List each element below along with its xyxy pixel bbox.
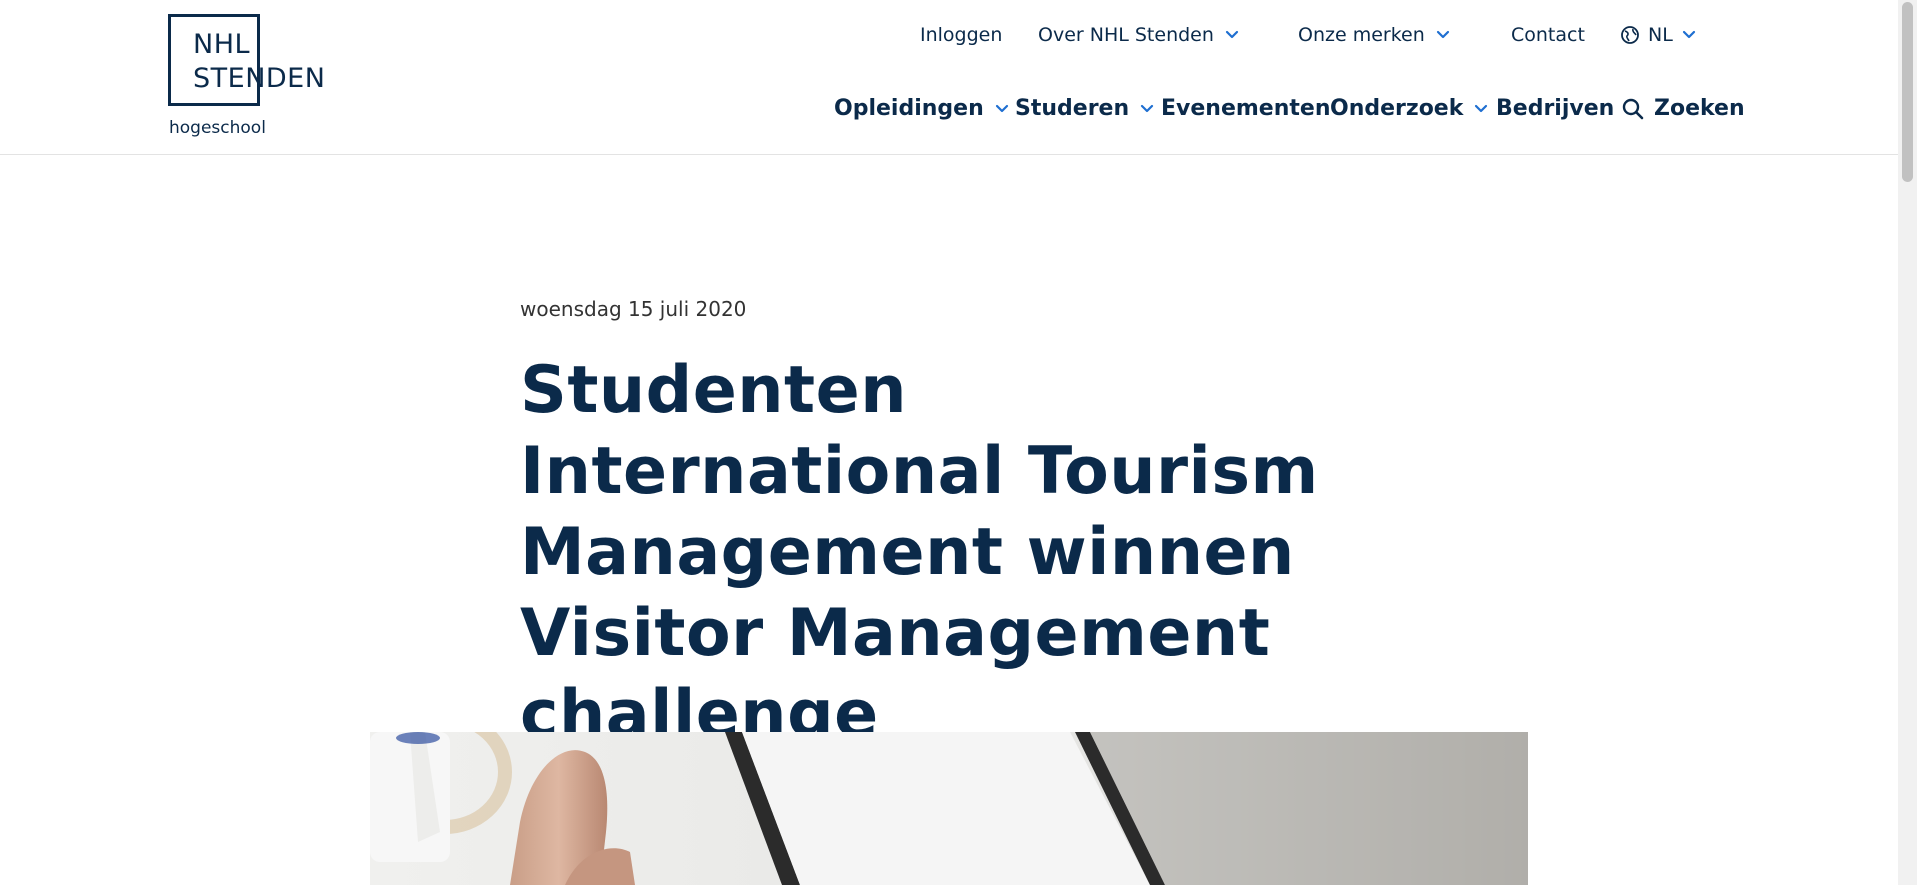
nav-companies-label: Bedrijven [1496, 96, 1615, 121]
search-button[interactable]: Zoeken [1622, 96, 1745, 121]
login-link[interactable]: Inloggen [920, 24, 1002, 46]
language-selector[interactable]: NL [1620, 24, 1697, 46]
article-hero-image [370, 732, 1528, 885]
search-icon [1622, 98, 1644, 119]
chevron-down-icon [1682, 30, 1695, 39]
hero-photo [370, 732, 1528, 885]
article-date: woensdag 15 juli 2020 [520, 297, 747, 321]
contact-label: Contact [1511, 24, 1585, 46]
nav-studying[interactable]: Studeren [1015, 96, 1155, 121]
login-label: Inloggen [920, 24, 1003, 46]
about-menu[interactable]: Over NHL Stenden [1038, 24, 1240, 46]
search-label: Zoeken [1654, 96, 1745, 121]
chevron-down-icon [1475, 104, 1488, 112]
about-label: Over NHL Stenden [1038, 24, 1214, 46]
logo-subtitle: hogeschool [169, 118, 266, 138]
language-label: NL [1648, 24, 1673, 46]
globe-icon [1621, 26, 1639, 44]
brands-menu[interactable]: Onze merken [1298, 24, 1451, 46]
logo-line-2: STENDEN [193, 63, 326, 94]
contact-link[interactable]: Contact [1511, 24, 1585, 46]
nav-events[interactable]: Evenementen [1161, 96, 1330, 121]
chevron-down-icon [1141, 104, 1154, 112]
chevron-down-icon [1225, 30, 1239, 39]
nhl-stenden-logo[interactable]: NHL STENDEN hogeschool [168, 14, 338, 144]
chevron-down-icon [995, 104, 1008, 112]
chevron-down-icon [1436, 30, 1449, 39]
nav-research-label: Onderzoek [1330, 96, 1464, 121]
brands-label: Onze merken [1298, 24, 1425, 46]
nav-programs-label: Opleidingen [834, 96, 984, 121]
site-header: NHL STENDEN hogeschool Inloggen Over NHL… [0, 0, 1898, 155]
scrollbar-thumb[interactable] [1902, 2, 1913, 182]
nav-research[interactable]: Onderzoek [1330, 96, 1489, 121]
nav-companies[interactable]: Bedrijven [1496, 96, 1614, 121]
logo-line-1: NHL [193, 29, 251, 60]
nav-studying-label: Studeren [1015, 96, 1130, 121]
article-title: Studenten International Tourism Manageme… [520, 353, 1319, 752]
nav-programs[interactable]: Opleidingen [834, 96, 1010, 121]
page-scrollbar[interactable] [1898, 0, 1917, 885]
nav-events-label: Evenementen [1161, 96, 1331, 121]
